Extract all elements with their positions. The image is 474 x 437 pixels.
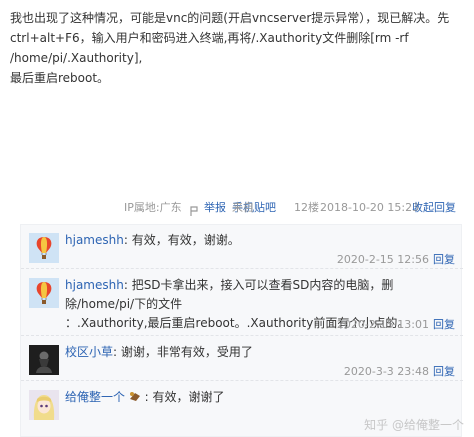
comment-meta: 2020-2-15 13:01 回复 [337, 316, 455, 332]
comment-username[interactable]: hjameshh [65, 233, 124, 247]
comment-time: 2020-3-3 23:48 [343, 365, 429, 378]
comment-item: hjameshh: 有效，有效，谢谢。 2020-2-15 12:56 回复 [21, 225, 463, 269]
comment-line: hjameshh: 把SD卡拿出来，接入可以查看SD内容的电脑，删除/home/… [65, 276, 453, 314]
comment-text: 校区小草: 谢谢，非常有效，受用了 [65, 343, 453, 362]
comment-username[interactable]: hjameshh [65, 278, 124, 292]
post-text-line: ctrl+alt+F6，输入用户和密码进入终端,再将/.Xauthority文件… [10, 31, 409, 65]
via-source: 来自 手机贴吧 [232, 198, 276, 218]
comment-time: 2020-2-15 13:01 [336, 318, 429, 331]
avatar-hot-air-balloon-icon[interactable] [29, 278, 59, 308]
watermark: 知乎 @给俺整一个 [364, 418, 464, 432]
reply-button[interactable]: 回复 [433, 318, 455, 331]
colon: : [113, 345, 121, 359]
emoji-icon [129, 389, 141, 401]
post-meta-bar: IP属地:广东 举报 来自 手机贴吧 12楼 2018-10-20 15:23 收… [0, 198, 474, 218]
ip-location: IP属地:广东 [124, 201, 182, 214]
collapse-reply-button[interactable]: 收起回复 [412, 198, 456, 218]
via-prefix: 来自 [232, 201, 254, 214]
avatar-anime-girl-icon[interactable] [29, 390, 59, 420]
comment-item: hjameshh: 把SD卡拿出来，接入可以查看SD内容的电脑，删除/home/… [21, 270, 463, 336]
colon: : [123, 233, 132, 247]
comment-body: 有效，有效，谢谢。 [131, 233, 240, 247]
comment-meta: 2020-3-3 23:48 回复 [344, 363, 455, 379]
post-content: 我也出现了这种情况，可能是vnc的问题(开启vncserver提示异常），现已解… [10, 8, 468, 88]
floor-number: 12楼 [294, 201, 319, 214]
comment-text: 给俺整一个 : 有效，谢谢了 [65, 388, 453, 407]
avatar-dark-figure-icon[interactable] [29, 345, 59, 375]
post-datetime: 2018-10-20 15:23 [320, 201, 420, 214]
comment-item: 校区小草: 谢谢，非常有效，受用了 2020-3-3 23:48 回复 [21, 337, 463, 381]
report-link[interactable]: 举报 [204, 198, 226, 218]
reply-button[interactable]: 回复 [433, 365, 455, 378]
comment-meta: 2020-2-15 12:56 回复 [337, 251, 455, 267]
comment-username[interactable]: 给俺整一个 [65, 390, 125, 404]
post-text-line: 我也出现了这种情况，可能是vnc的问题(开启vncserver提示异常），现已解… [10, 11, 450, 25]
colon: : [144, 390, 153, 404]
comment-body: 谢谢，非常有效，受用了 [120, 345, 253, 359]
colon: : [123, 278, 132, 292]
avatar-hot-air-balloon-icon[interactable] [29, 233, 59, 263]
reply-button[interactable]: 回复 [433, 253, 455, 266]
report-icon[interactable] [190, 203, 201, 216]
comment-list: hjameshh: 有效，有效，谢谢。 2020-2-15 12:56 回复 hj… [20, 224, 463, 437]
comment-username[interactable]: 校区小草 [65, 345, 113, 359]
comment-body: 有效，谢谢了 [152, 390, 225, 404]
post-text-line: 最后重启reboot。 [10, 71, 110, 85]
comment-text: hjameshh: 有效，有效，谢谢。 [65, 231, 453, 250]
comment-time: 2020-2-15 12:56 [336, 253, 429, 266]
